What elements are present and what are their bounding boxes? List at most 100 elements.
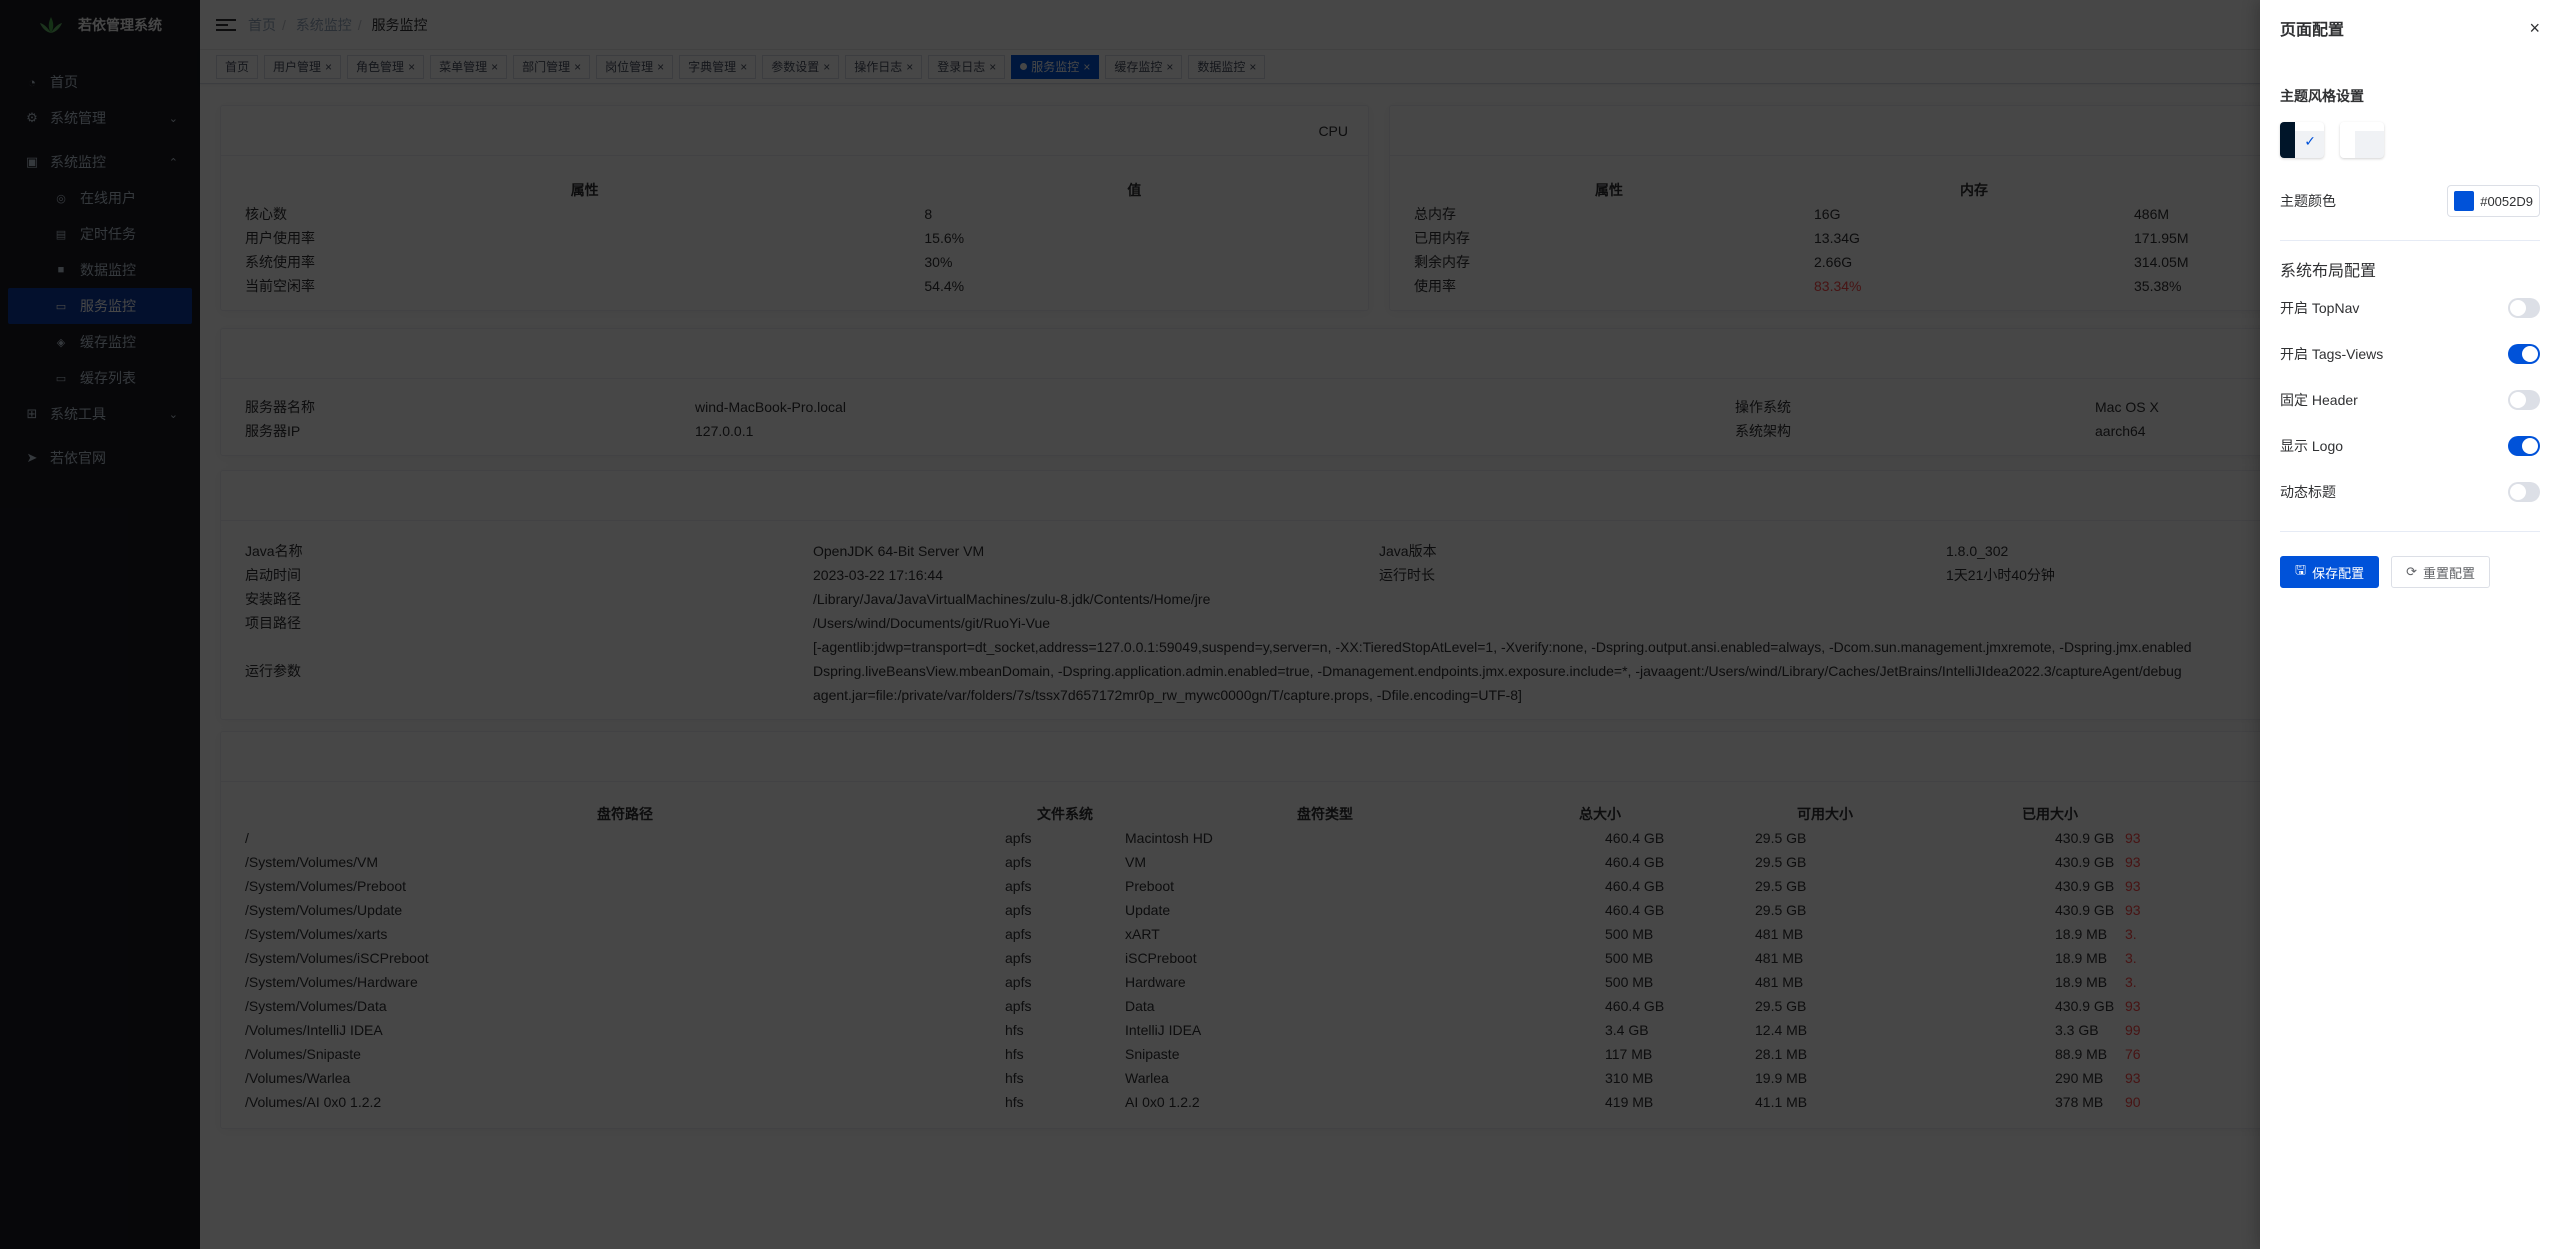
tag-label: 部门管理 <box>522 59 571 74</box>
tag-role[interactable]: 角色管理 × <box>347 54 425 79</box>
sidebar-item-druid[interactable]: ■ 数据监控 <box>0 252 200 288</box>
tag-label: 菜单管理 <box>439 59 488 74</box>
sidebar-item-website[interactable]: ➤ 若依官网 <box>0 440 200 476</box>
cell-usage-percent: 93 <box>2125 878 2141 894</box>
table-cell: apfs <box>1005 950 1032 966</box>
table-cell: 29.5 GB <box>1755 878 1807 894</box>
table-cell: 19.9 MB <box>1755 1070 1808 1086</box>
theme-color-picker[interactable]: #0052D9 <box>2447 185 2540 217</box>
reset-config-button[interactable]: ⟳ 重置配置 <box>2391 556 2491 588</box>
tag-dept[interactable]: 部门管理 × <box>513 54 591 79</box>
cell-value: 8 <box>924 206 933 222</box>
tag-dict[interactable]: 字典管理 × <box>679 54 757 79</box>
table-cell: 12.4 MB <box>1755 1022 1808 1038</box>
show-logo-switch[interactable] <box>2508 436 2540 456</box>
table-cell: hfs <box>1005 1094 1024 1110</box>
tag-operlog[interactable]: 操作日志 × <box>845 54 923 79</box>
save-config-button[interactable]: 🖫 保存配置 <box>2280 556 2380 588</box>
table-cell: apfs <box>1005 830 1032 846</box>
cell-label: 启动时间 <box>245 567 301 583</box>
sidebar-item-cache[interactable]: ◈ 缓存监控 <box>0 324 200 360</box>
table-row: / apfs Macintosh HD 460.4 GB 29.5 GB 430.9 GB… <box>245 826 2534 850</box>
sidebar-item-server[interactable]: ▭ 服务监控 <box>8 288 192 324</box>
table-cell: 481 MB <box>1755 950 1804 966</box>
tag-menu[interactable]: 菜单管理 × <box>430 54 508 79</box>
tag-cache[interactable]: 缓存监控 × <box>1105 54 1183 79</box>
close-icon[interactable]: × <box>2529 18 2540 39</box>
hamburger-icon[interactable] <box>216 15 236 35</box>
close-icon[interactable]: × <box>1083 56 1090 78</box>
sidebar-item-home[interactable]: ◔ 首页 <box>0 64 200 100</box>
table-cell: Snipaste <box>1125 1046 1180 1062</box>
table-row: /System/Volumes/VM apfs VM 460.4 GB 29.5 GB 4… <box>245 850 2534 874</box>
table-cell: apfs <box>1005 878 1032 894</box>
close-icon[interactable]: × <box>574 56 581 78</box>
dynamic-title-switch[interactable] <box>2508 482 2540 502</box>
sidebar-item-monitor[interactable]: ▣ 系统监控 ⌃ <box>0 144 200 180</box>
close-icon[interactable]: × <box>1166 56 1173 78</box>
tag-druid[interactable]: 数据监控 × <box>1188 54 1266 79</box>
cell-value: /Users/wind/Documents/git/RuoYi-Vue <box>813 615 1051 631</box>
table-cell: 29.5 GB <box>1755 902 1807 918</box>
tag-post[interactable]: 岗位管理 × <box>596 54 674 79</box>
sidebar-item-system[interactable]: ⚙ 系统管理 ⌄ <box>0 100 200 136</box>
table-cell: 460.4 GB <box>1605 878 1665 894</box>
close-icon[interactable]: × <box>989 56 996 78</box>
jvm-info-card: Java名称 OpenJDK 64-Bit Server VM Java版本 1.8.… <box>220 470 2559 720</box>
server-icon: ▭ <box>55 300 67 313</box>
table-cell: / <box>245 830 249 846</box>
theme-dark-option[interactable]: ✓ <box>2280 122 2324 158</box>
table-row: 安装路径/Library/Java/JavaVirtualMachines/zu… <box>245 587 2534 611</box>
gear-icon: ⚙ <box>26 110 38 125</box>
topnav-switch[interactable] <box>2508 298 2540 318</box>
close-icon[interactable]: × <box>906 56 913 78</box>
close-icon[interactable]: × <box>1249 56 1256 78</box>
fixed-header-switch[interactable] <box>2508 390 2540 410</box>
close-icon[interactable]: × <box>823 56 830 78</box>
cell-label: 运行时长 <box>1379 567 1435 583</box>
table-row: /Volumes/Warlea hfs Warlea 310 MB 19.9 MB 290… <box>245 1066 2534 1090</box>
theme-section-title: 主题风格设置 <box>2280 88 2364 104</box>
cell-value: 54.4% <box>924 278 965 294</box>
tagsview-switch[interactable] <box>2508 344 2540 364</box>
table-cell: apfs <box>1005 974 1032 990</box>
color-swatch <box>2454 191 2475 211</box>
close-icon[interactable]: × <box>657 56 664 78</box>
tag-home[interactable]: 首页 <box>216 54 259 79</box>
tag-logininfor[interactable]: 登录日志 × <box>928 54 1006 79</box>
online-icon: ◎ <box>56 192 66 205</box>
cell-usage-percent: 99 <box>2125 1022 2141 1038</box>
tag-config[interactable]: 参数设置 × <box>762 54 840 79</box>
save-icon: 🖫 <box>2295 562 2307 577</box>
table-row: 当前空闲率 54.4% <box>245 274 1344 298</box>
table-cell: 460.4 GB <box>1605 902 1665 918</box>
tag-server[interactable]: 服务监控 × <box>1011 54 1100 79</box>
sidebar-item-jobs[interactable]: ▤ 定时任务 <box>0 216 200 252</box>
cell-label: 用户使用率 <box>245 230 315 246</box>
sidebar-item-tools[interactable]: ⊞ 系统工具 ⌄ <box>0 396 200 432</box>
table-row: /System/Volumes/Preboot apfs Preboot 460.4 … <box>245 874 2534 898</box>
table-cell: 378 MB <box>2055 1094 2104 1110</box>
sidebar-item-online-users[interactable]: ◎ 在线用户 <box>0 180 200 216</box>
cell-value-warning: 83.34% <box>1814 278 1862 294</box>
theme-light-option[interactable] <box>2340 122 2384 158</box>
table-cell: VM <box>1125 854 1146 870</box>
close-icon[interactable]: × <box>325 56 332 78</box>
sidebar-item-cache-list[interactable]: ▭ 缓存列表 <box>0 360 200 396</box>
table-cell: apfs <box>1005 902 1032 918</box>
chevron-down-icon: ⌄ <box>168 113 178 125</box>
sidebar-logo[interactable]: 若依管理系统 <box>0 0 200 50</box>
sidebar-item-label: 服务监控 <box>80 298 136 314</box>
card-header <box>221 471 2558 521</box>
tag-user[interactable]: 用户管理 × <box>264 54 342 79</box>
breadcrumb-item[interactable]: 首页 <box>248 17 276 33</box>
table-cell: 290 MB <box>2055 1070 2104 1086</box>
close-icon[interactable]: × <box>740 56 747 78</box>
close-icon[interactable]: × <box>491 56 498 78</box>
tag-label: 登录日志 <box>937 59 986 74</box>
ruoyi-logo-icon <box>40 17 62 33</box>
table-cell: 28.1 MB <box>1755 1046 1808 1062</box>
breadcrumb-item[interactable]: 系统监控 <box>296 17 352 33</box>
close-icon[interactable]: × <box>408 56 415 78</box>
tag-label: 首页 <box>225 59 250 74</box>
